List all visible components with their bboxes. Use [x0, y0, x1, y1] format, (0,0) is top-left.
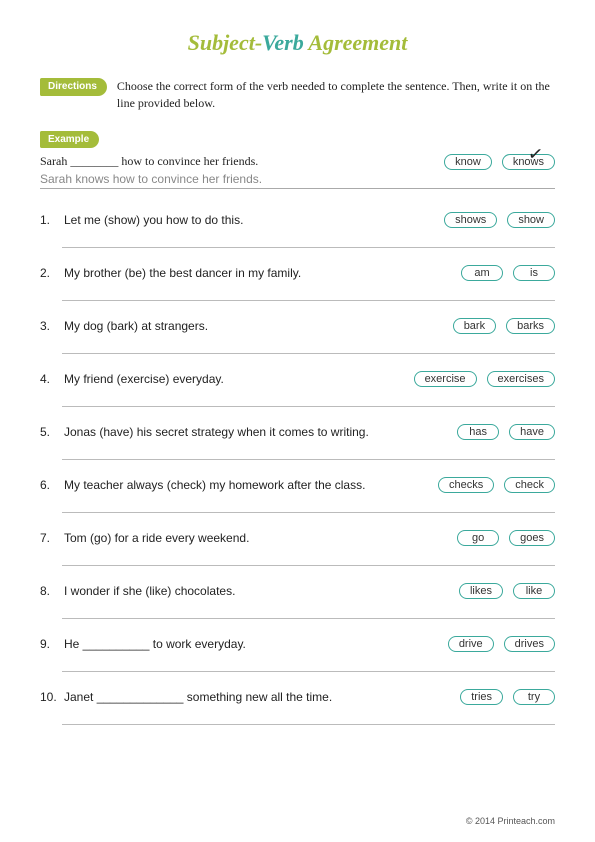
choice-b: goes [509, 530, 555, 546]
choice-b: drives [504, 636, 555, 652]
example-answer: Sarah knows how to convince her friends. [40, 172, 555, 189]
footer-copyright: © 2014 Printeach.com [466, 816, 555, 826]
directions-badge: Directions [40, 78, 107, 96]
question-text: My brother (be) the best dancer in my fa… [64, 266, 455, 280]
question-row: 8. I wonder if she (like) chocolates. like… [40, 572, 555, 603]
question-text: My friend (exercise) everyday. [64, 372, 408, 386]
choice-a: has [457, 424, 499, 440]
question-row: 7. Tom (go) for a ride every weekend. gogo… [40, 519, 555, 550]
choice-a: likes [459, 583, 503, 599]
choice-b: show [507, 212, 555, 228]
question-row: 5. Jonas (have) his secret strategy when … [40, 413, 555, 444]
question-text: He __________ to work everyday. [64, 637, 442, 651]
question-number: 4. [40, 372, 58, 386]
example-sentence: Sarah ________ how to convince her frien… [40, 154, 258, 169]
choice-a: go [457, 530, 499, 546]
question-choices: hashave [457, 424, 555, 440]
question-choices: tries try [460, 689, 555, 705]
answer-line [62, 236, 555, 248]
question-number: 1. [40, 213, 58, 227]
answer-line [62, 395, 555, 407]
question-list: 1. Let me (show) you how to do this. shows… [40, 201, 555, 725]
question-block: 8. I wonder if she (like) chocolates. like… [40, 572, 555, 619]
answer-line [62, 501, 555, 513]
question-row: 9. He __________ to work everyday. drivedr… [40, 625, 555, 656]
example-choice-a: know [444, 154, 492, 170]
title-part1: Subject- [188, 30, 263, 55]
question-block: 5. Jonas (have) his secret strategy when … [40, 413, 555, 460]
question-choices: likes like [459, 583, 555, 599]
choice-b: like [513, 583, 555, 599]
question-text: Janet _____________ something new all th… [64, 690, 454, 704]
choice-b: try [513, 689, 555, 705]
answer-line [62, 660, 555, 672]
question-text: My dog (bark) at strangers. [64, 319, 447, 333]
answer-line [62, 289, 555, 301]
question-row: 2. My brother (be) the best dancer in my … [40, 254, 555, 285]
question-choices: amis [461, 265, 555, 281]
question-text: My teacher always (check) my homework af… [64, 478, 432, 492]
choice-b: is [513, 265, 555, 281]
choice-a: am [461, 265, 503, 281]
example-choices: know knows ✓ [444, 154, 555, 170]
question-row: 3. My dog (bark) at strangers. bark barks [40, 307, 555, 338]
question-number: 2. [40, 266, 58, 280]
question-block: 1. Let me (show) you how to do this. shows… [40, 201, 555, 248]
question-block: 6. My teacher always (check) my homework … [40, 466, 555, 513]
answer-line [62, 607, 555, 619]
question-text: Jonas (have) his secret strategy when it… [64, 425, 451, 439]
question-number: 6. [40, 478, 58, 492]
question-block: 7. Tom (go) for a ride every weekend. gogo… [40, 519, 555, 566]
question-text: I wonder if she (like) chocolates. [64, 584, 453, 598]
question-block: 2. My brother (be) the best dancer in my … [40, 254, 555, 301]
question-number: 3. [40, 319, 58, 333]
question-number: 9. [40, 637, 58, 651]
choice-a: drive [448, 636, 494, 652]
question-text: Tom (go) for a ride every weekend. [64, 531, 451, 545]
question-choices: shows show [444, 212, 555, 228]
title-part2: Verb [262, 30, 304, 55]
question-block: 9. He __________ to work everyday. drivedr… [40, 625, 555, 672]
example-badge: Example [40, 131, 99, 148]
choice-b: check [504, 477, 555, 493]
page-title: Subject-Verb Agreement [40, 30, 555, 56]
question-text: Let me (show) you how to do this. [64, 213, 438, 227]
question-row: 4. My friend (exercise) everyday. exercise… [40, 360, 555, 391]
question-row: 10. Janet _____________ something new all… [40, 678, 555, 709]
question-choices: gogoes [457, 530, 555, 546]
directions-text: Choose the correct form of the verb need… [117, 78, 555, 113]
example-block: Example Sarah ________ how to convince h… [40, 131, 555, 189]
question-block: 3. My dog (bark) at strangers. bark barks [40, 307, 555, 354]
directions-row: Directions Choose the correct form of th… [40, 78, 555, 113]
question-number: 5. [40, 425, 58, 439]
question-row: 6. My teacher always (check) my homework … [40, 466, 555, 497]
question-block: 4. My friend (exercise) everyday. exercise… [40, 360, 555, 407]
question-choices: exercise exercises [414, 371, 555, 387]
answer-line [62, 342, 555, 354]
question-choices: drive drives [448, 636, 555, 652]
question-choices: bark barks [453, 318, 555, 334]
checkmark-icon: ✓ [527, 143, 545, 166]
answer-line [62, 554, 555, 566]
question-choices: checks check [438, 477, 555, 493]
answer-line [62, 448, 555, 460]
choice-a: checks [438, 477, 494, 493]
answer-line [62, 713, 555, 725]
question-number: 7. [40, 531, 58, 545]
question-row: 1. Let me (show) you how to do this. shows… [40, 201, 555, 232]
question-number: 10. [40, 690, 58, 704]
choice-b: exercises [487, 371, 555, 387]
question-number: 8. [40, 584, 58, 598]
choice-b: barks [506, 318, 555, 334]
choice-a: bark [453, 318, 496, 334]
choice-a: tries [460, 689, 503, 705]
question-block: 10. Janet _____________ something new all… [40, 678, 555, 725]
choice-a: shows [444, 212, 497, 228]
choice-a: exercise [414, 371, 477, 387]
choice-b: have [509, 424, 555, 440]
title-part3: Agreement [304, 30, 408, 55]
